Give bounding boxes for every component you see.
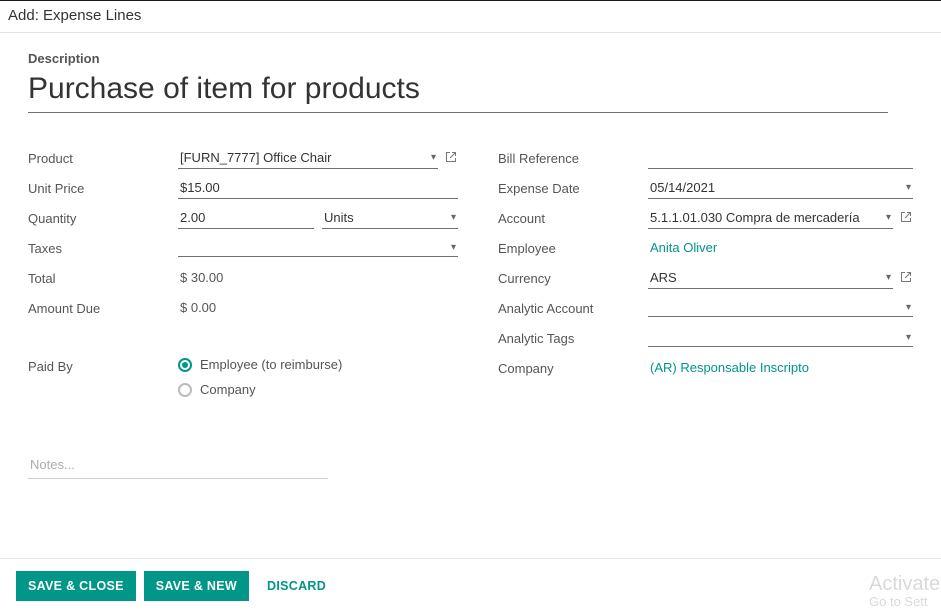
chevron-down-icon: ▾	[886, 272, 891, 283]
account-row: Account 5.1.1.01.030 Compra de mercaderí…	[498, 205, 913, 231]
bill-ref-label: Bill Reference	[498, 151, 648, 166]
chevron-down-icon: ▾	[451, 212, 456, 223]
chevron-down-icon: ▾	[906, 302, 911, 313]
modal-footer: SAVE & CLOSE SAVE & NEW DISCARD Activate…	[0, 558, 941, 613]
save-new-button[interactable]: SAVE & NEW	[144, 571, 249, 601]
quantity-row: Quantity Units ▾	[28, 205, 458, 231]
uom-select[interactable]: Units ▾	[322, 208, 458, 229]
total-label: Total	[28, 271, 178, 286]
currency-select[interactable]: ARS ▾	[648, 268, 893, 289]
analytic-account-row: Analytic Account ▾	[498, 295, 913, 321]
total-row: Total $ 30.00	[28, 265, 458, 291]
unit-price-input[interactable]	[178, 178, 458, 199]
account-value: 5.1.1.01.030 Compra de mercadería	[650, 210, 860, 225]
currency-label: Currency	[498, 271, 648, 286]
employee-row: Employee Anita Oliver	[498, 235, 913, 261]
unit-price-label: Unit Price	[28, 181, 178, 196]
analytic-account-label: Analytic Account	[498, 301, 648, 316]
description-input[interactable]	[28, 72, 888, 113]
bill-ref-row: Bill Reference	[498, 145, 913, 171]
amount-due-row: Amount Due $ 0.00	[28, 295, 458, 321]
save-close-button[interactable]: SAVE & CLOSE	[16, 571, 136, 601]
unit-price-row: Unit Price	[28, 175, 458, 201]
paid-by-option-company[interactable]: Company	[178, 382, 256, 397]
expense-date-row: Expense Date 05/14/2021 ▾	[498, 175, 913, 201]
amount-due-value: $ 0.00	[178, 298, 218, 318]
taxes-label: Taxes	[28, 241, 178, 256]
chevron-down-icon: ▾	[451, 242, 456, 253]
chevron-down-icon: ▾	[886, 212, 891, 223]
employee-label: Employee	[498, 241, 648, 256]
account-label: Account	[498, 211, 648, 226]
chevron-down-icon: ▾	[431, 152, 436, 163]
analytic-tags-row: Analytic Tags ▾	[498, 325, 913, 351]
product-value: [FURN_7777] Office Chair	[180, 150, 332, 165]
notes-input[interactable]	[28, 453, 328, 479]
quantity-input[interactable]	[178, 208, 314, 229]
taxes-row: Taxes ▾	[28, 235, 458, 261]
company-label: Company	[498, 361, 648, 376]
left-column: Product [FURN_7777] Office Chair ▾ Unit …	[28, 145, 458, 479]
company-link[interactable]: (AR) Responsable Inscripto	[648, 358, 811, 378]
currency-row: Currency ARS ▾	[498, 265, 913, 291]
paid-by-label: Paid By	[28, 357, 178, 374]
radio-checked-icon	[178, 358, 192, 372]
right-column: Bill Reference Expense Date 05/14/2021 ▾	[498, 145, 913, 479]
product-select[interactable]: [FURN_7777] Office Chair ▾	[178, 148, 438, 169]
paid-by-company-label: Company	[200, 382, 256, 397]
quantity-label: Quantity	[28, 211, 178, 226]
discard-button[interactable]: DISCARD	[257, 571, 336, 601]
modal-title: Add: Expense Lines	[8, 7, 141, 24]
expense-line-modal: Add: Expense Lines Description Product […	[0, 0, 941, 613]
watermark-line1: Activate	[869, 573, 940, 595]
amount-due-label: Amount Due	[28, 301, 178, 316]
analytic-tags-label: Analytic Tags	[498, 331, 648, 346]
account-select[interactable]: 5.1.1.01.030 Compra de mercadería ▾	[648, 208, 893, 229]
paid-by-option-employee[interactable]: Employee (to reimburse)	[178, 357, 342, 372]
radio-unchecked-icon	[178, 383, 192, 397]
analytic-account-select[interactable]: ▾	[648, 300, 913, 317]
description-label: Description	[28, 51, 913, 66]
total-value: $ 30.00	[178, 268, 225, 288]
taxes-select[interactable]: ▾	[178, 240, 458, 257]
uom-value: Units	[324, 210, 354, 225]
windows-activation-watermark: Activate Go to Sett	[869, 573, 941, 609]
form-columns: Product [FURN_7777] Office Chair ▾ Unit …	[28, 145, 913, 479]
external-link-icon[interactable]	[444, 151, 458, 166]
expense-date-input[interactable]: 05/14/2021 ▾	[648, 178, 913, 199]
paid-by-employee-label: Employee (to reimburse)	[200, 357, 342, 372]
employee-link[interactable]: Anita Oliver	[648, 238, 719, 258]
expense-date-value: 05/14/2021	[650, 180, 715, 195]
bill-ref-input[interactable]	[648, 148, 913, 169]
watermark-line2: Go to Sett	[869, 595, 941, 609]
analytic-tags-select[interactable]: ▾	[648, 330, 913, 347]
chevron-down-icon: ▾	[906, 332, 911, 343]
product-label: Product	[28, 151, 178, 166]
company-row: Company (AR) Responsable Inscripto	[498, 355, 913, 381]
external-link-icon[interactable]	[899, 271, 913, 286]
external-link-icon[interactable]	[899, 211, 913, 226]
chevron-down-icon: ▾	[906, 182, 911, 193]
modal-body: Description Product [FURN_7777] Office C…	[0, 33, 941, 558]
currency-value: ARS	[650, 270, 677, 285]
modal-header: Add: Expense Lines	[0, 1, 941, 33]
product-row: Product [FURN_7777] Office Chair ▾	[28, 145, 458, 171]
expense-date-label: Expense Date	[498, 181, 648, 196]
paid-by-row: Paid By Employee (to reimburse) Company	[28, 357, 458, 407]
